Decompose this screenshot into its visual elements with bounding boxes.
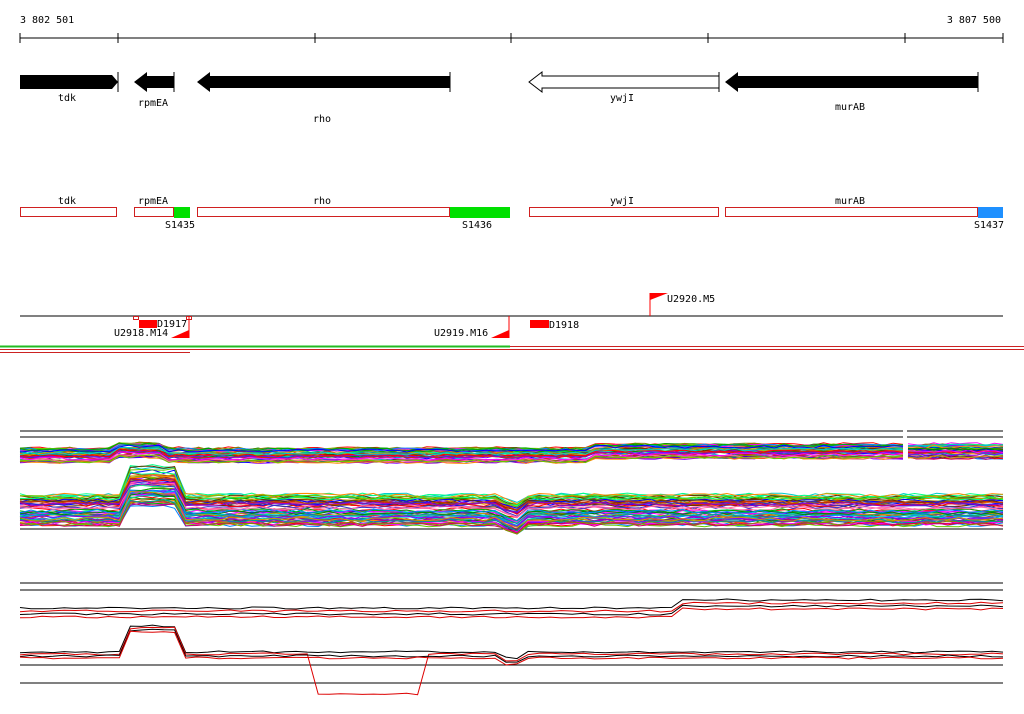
- ruler-end-label: 3 807 500: [947, 15, 1001, 26]
- strand-divider: [0, 345, 1024, 353]
- segment-block[interactable]: [174, 207, 190, 218]
- feature-label: U2920.M5: [667, 294, 715, 305]
- summary-trace: [19, 628, 1004, 663]
- feature-track: D1917 U2918.M14 U2919.M16 D1918 U2920.M5: [20, 293, 1003, 339]
- transcript-box[interactable]: [134, 207, 174, 217]
- segment-label: S1437: [974, 220, 1004, 231]
- feature-flag[interactable]: [491, 330, 509, 338]
- panel-gap: [903, 428, 907, 464]
- transcript-murAB[interactable]: murAB: [725, 196, 978, 217]
- transcript-tdk[interactable]: tdk: [20, 196, 117, 217]
- feature-label: D1918: [549, 320, 579, 331]
- summary-trace: [19, 607, 1004, 619]
- feature-label: U2919.M16: [434, 328, 488, 339]
- genome-browser-view: 3 802 501 3 807 500 tdk rpmEA rho ywjI m…: [0, 15, 1024, 696]
- gene-rho[interactable]: rho: [197, 72, 451, 125]
- gene-rpmEA[interactable]: rpmEA: [134, 72, 175, 109]
- transcript-box[interactable]: [725, 207, 978, 217]
- feature-flag[interactable]: [650, 293, 668, 300]
- transcript-box[interactable]: [20, 207, 117, 217]
- gene-label: murAB: [835, 102, 865, 113]
- gene-ywjI[interactable]: ywjI: [528, 70, 720, 104]
- transcript-track: tdk rpmEA rho ywjI murAB S1435 S1436 S14…: [20, 196, 1004, 231]
- segment-S1437[interactable]: S1437: [974, 207, 1004, 231]
- feature-D1918[interactable]: D1918: [530, 320, 579, 331]
- summary-trace: [19, 630, 1004, 666]
- transcript-label: rho: [313, 196, 331, 207]
- segment-block[interactable]: [450, 207, 510, 218]
- feature-flag[interactable]: [171, 330, 189, 338]
- gene-label: tdk: [58, 93, 76, 104]
- gene-label: ywjI: [610, 93, 634, 104]
- transcript-label: murAB: [835, 196, 865, 207]
- feature-U2919.M16[interactable]: U2919.M16: [434, 316, 510, 339]
- ruler-start-label: 3 802 501: [20, 15, 74, 26]
- transcript-box[interactable]: [197, 207, 450, 217]
- transcript-ywjI[interactable]: ywjI: [529, 196, 719, 217]
- transcript-label: ywjI: [610, 196, 634, 207]
- summary-trace: [19, 601, 1004, 613]
- feature-block[interactable]: [530, 320, 549, 328]
- summary-trace: [19, 626, 1004, 696]
- gene-track: tdk rpmEA rho ywjI murAB: [20, 70, 979, 125]
- gene-arrow[interactable]: [134, 72, 174, 92]
- gene-arrow[interactable]: [20, 75, 118, 89]
- feature-block[interactable]: [139, 320, 157, 328]
- expression-traces: [19, 441, 1004, 535]
- gene-arrow[interactable]: [725, 72, 978, 92]
- segment-label: S1436: [462, 220, 492, 231]
- gene-arrow[interactable]: [197, 72, 450, 92]
- panel-frame: [20, 582, 1003, 684]
- gene-label: rho: [313, 114, 331, 125]
- gene-arrow[interactable]: [528, 70, 720, 94]
- segment-block[interactable]: [978, 207, 1003, 218]
- transcript-box[interactable]: [529, 207, 719, 217]
- gene-murAB[interactable]: murAB: [725, 72, 979, 113]
- feature-label: U2918.M14: [114, 328, 168, 339]
- segment-S1436[interactable]: S1436: [450, 207, 510, 231]
- expression-profile-panel: [19, 428, 1004, 535]
- segment-label: S1435: [165, 220, 195, 231]
- transcript-rpmEA[interactable]: rpmEA: [134, 196, 174, 217]
- feature-U2920.M5[interactable]: U2920.M5: [649, 293, 715, 316]
- transcript-label: rpmEA: [138, 196, 168, 207]
- coordinate-ruler: 3 802 501 3 807 500: [19, 15, 1004, 43]
- transcript-rho[interactable]: rho: [197, 196, 450, 217]
- transcript-label: tdk: [58, 196, 76, 207]
- gene-label: rpmEA: [138, 98, 168, 109]
- summary-profile-panel: [19, 582, 1004, 696]
- gene-tdk[interactable]: tdk: [20, 72, 119, 104]
- summary-traces: [19, 598, 1004, 696]
